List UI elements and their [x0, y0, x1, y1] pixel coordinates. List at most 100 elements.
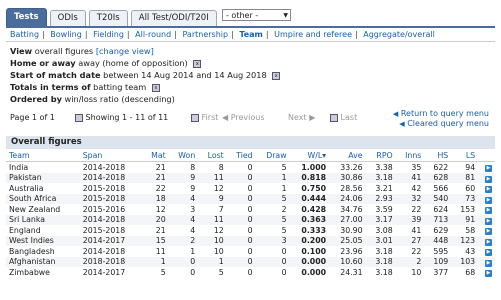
col-mat[interactable]: Mat	[142, 149, 169, 162]
table-cell: 22	[155, 183, 166, 193]
nav-aggregate[interactable]: Aggregate/overall	[363, 30, 435, 39]
table-cell: 0.750	[301, 183, 327, 193]
nav-partnership[interactable]: Partnership	[182, 30, 228, 39]
team-link[interactable]: Afghanistan	[6, 256, 80, 267]
col-inns[interactable]: Inns	[395, 149, 425, 162]
row-details-button[interactable]: ▶	[478, 162, 495, 173]
row-details-button[interactable]: ▶	[478, 172, 495, 183]
team-link[interactable]: Bangladesh	[6, 246, 80, 257]
table-cell: 1	[198, 256, 227, 267]
team-link[interactable]: England	[6, 225, 80, 236]
table-row: South Africa 2015-2018 18 4 9 0 5 0.444 24.06 2.9…	[6, 193, 495, 204]
table-cell: 22	[411, 246, 422, 256]
row-details-button[interactable]: ▶	[478, 225, 495, 236]
row-details-button[interactable]: ▶	[478, 183, 495, 194]
team-link[interactable]: Sri Lanka	[6, 214, 80, 225]
col-draw[interactable]: Draw	[255, 149, 290, 162]
table-cell: 0	[226, 235, 256, 246]
table-row: Australia 2015-2018 22 9 12 0 1 0.750 28.56 3.21 4…	[6, 183, 495, 194]
col-wl[interactable]: W/L▾	[289, 149, 330, 162]
table-row: Zimbabwe 2014-2017 5 0 5 0 0 0.000 24.31 3.18 10 37…	[6, 267, 495, 278]
play-arrow-icon: ▶	[485, 259, 492, 267]
play-arrow-icon: ▶	[485, 270, 492, 278]
first-page-link[interactable]: First	[188, 113, 218, 122]
row-details-button[interactable]: ▶	[478, 246, 495, 257]
tab-all-formats[interactable]: All Test/ODI/T20I	[130, 10, 217, 26]
tab-tests[interactable]: Tests	[6, 8, 47, 26]
other-select[interactable]: - other - ▼	[222, 9, 291, 21]
col-lost[interactable]: Lost	[198, 149, 227, 162]
next-page-link[interactable]: Next ▶	[288, 113, 315, 122]
remove-filter-icon[interactable]: x	[193, 59, 202, 68]
tab-odis[interactable]: ODIs	[49, 10, 86, 26]
col-won[interactable]: Won	[168, 149, 199, 162]
table-cell: 0.818	[289, 172, 330, 183]
team-link[interactable]: Zimbabwe	[6, 267, 80, 278]
tab-t20is[interactable]: T20Is	[88, 10, 128, 26]
nav-team[interactable]: Team	[239, 30, 263, 39]
remove-filter-icon[interactable]: x	[272, 71, 281, 80]
row-details-button[interactable]: ▶	[478, 256, 495, 267]
table-cell: 595	[433, 246, 449, 256]
col-rpo[interactable]: RPO	[365, 149, 396, 162]
row-details-button[interactable]: ▶	[478, 204, 495, 215]
table-cell: 27.00	[329, 214, 366, 225]
table-cell: 1	[281, 183, 287, 193]
nav-all-round[interactable]: All-round	[135, 30, 171, 39]
col-span[interactable]: Span	[79, 149, 143, 162]
col-team[interactable]: Team	[6, 149, 80, 162]
table-cell: 2014-2017	[79, 235, 143, 246]
table-cell: 5	[218, 267, 224, 277]
remove-filter-icon[interactable]: x	[151, 83, 160, 92]
table-cell: 94	[465, 162, 476, 172]
play-arrow-icon: ▶	[485, 238, 492, 246]
team-link[interactable]: Pakistan	[6, 172, 80, 183]
table-cell: 0	[168, 256, 199, 267]
table-row: West Indies 2014-2017 15 2 10 0 3 0.200 25.05 3.0…	[6, 235, 495, 246]
table-cell: 2015-2016	[82, 204, 126, 214]
team-link[interactable]: Australia	[6, 183, 80, 194]
col-ave[interactable]: Ave	[329, 149, 366, 162]
row-details-button[interactable]: ▶	[478, 193, 495, 204]
table-cell: 713	[424, 214, 452, 225]
change-view-link[interactable]: [change view]	[96, 46, 154, 56]
table-cell: 2	[168, 235, 199, 246]
play-arrow-icon: ▶	[485, 228, 492, 236]
table-cell: 3	[255, 235, 290, 246]
play-arrow-icon: ▶	[485, 217, 492, 225]
table-cell: 0	[281, 267, 287, 277]
table-cell: 10	[213, 246, 224, 256]
page-count: Page 1 of 1	[10, 113, 55, 122]
table-cell: 32	[395, 193, 425, 204]
return-query-link[interactable]: ◀ Return to query menu	[393, 109, 489, 118]
team-link[interactable]: India	[6, 162, 80, 173]
table-cell: 2014-2018	[79, 214, 143, 225]
team-link[interactable]: West Indies	[6, 235, 80, 246]
nav-batting[interactable]: Batting	[10, 30, 39, 39]
nav-umpire[interactable]: Umpire and referee	[274, 30, 352, 39]
row-details-button[interactable]: ▶	[478, 267, 495, 278]
col-ls[interactable]: LS	[451, 149, 479, 162]
table-cell: 448	[424, 235, 452, 246]
team-link[interactable]: South Africa	[6, 193, 80, 204]
row-details-button[interactable]: ▶	[478, 235, 495, 246]
table-cell: 4	[168, 193, 199, 204]
table-cell: 0.000	[289, 256, 330, 267]
table-cell: 1	[142, 256, 169, 267]
table-cell: 2014-2018	[82, 162, 126, 172]
table-cell: 27	[395, 235, 425, 246]
col-hs[interactable]: HS	[424, 149, 452, 162]
previous-page-link[interactable]: ◀ Previous	[222, 113, 265, 122]
table-cell: 91	[451, 214, 479, 225]
cleared-query-link[interactable]: ◀ Cleared query menu	[399, 119, 489, 128]
row-details-button[interactable]: ▶	[478, 214, 495, 225]
col-tied[interactable]: Tied	[226, 149, 256, 162]
team-link[interactable]: New Zealand	[6, 204, 80, 215]
nav-fielding[interactable]: Fielding	[93, 30, 124, 39]
format-tabs: Tests ODIs T20Is All Test/ODI/T20I	[6, 7, 220, 26]
table-cell: 0	[247, 225, 253, 235]
table-cell: 9	[190, 183, 196, 193]
last-page-link[interactable]: Last	[327, 113, 357, 122]
table-cell: 3.17	[365, 214, 396, 225]
nav-bowling[interactable]: Bowling	[50, 30, 82, 39]
